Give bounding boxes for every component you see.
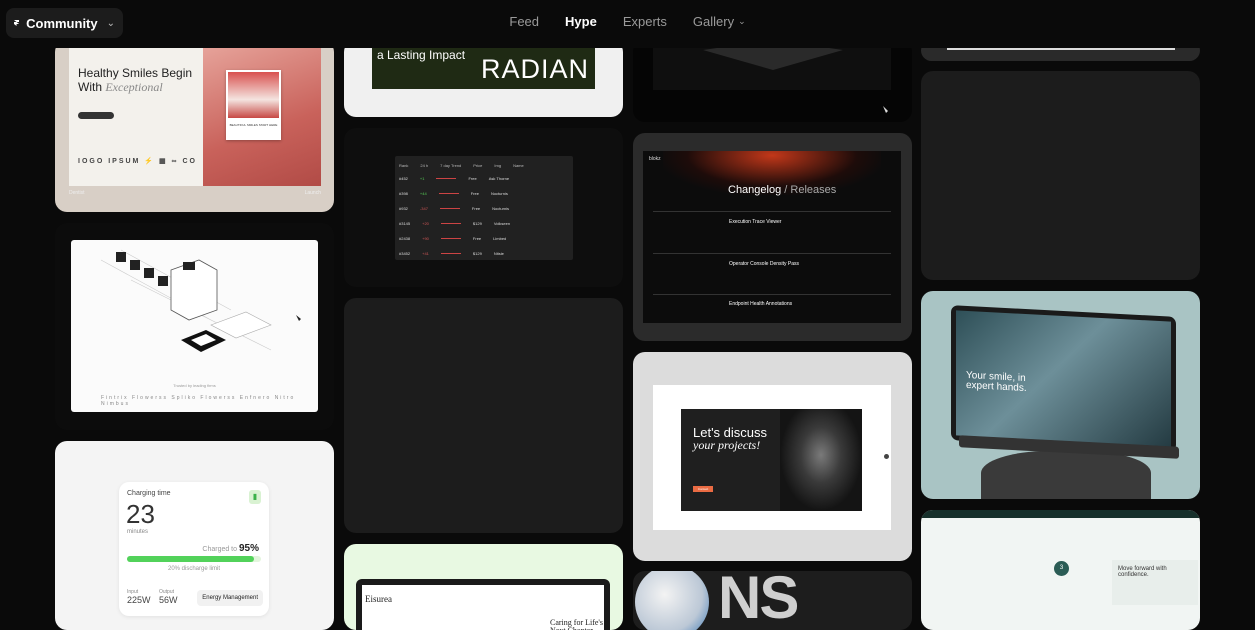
gallery-card-radian[interactable]: a Lasting Impact RADIAN [344,40,623,117]
table-header: Rank 24 h7 day Trend Price Img Name [399,162,524,168]
cta-pill [78,112,114,119]
gallery-card-dark-product[interactable] [633,40,912,122]
gallery-card-ns[interactable]: NS [633,571,912,630]
table-row: #932 -347 Free Nocturnis [399,205,510,211]
gallery-card-charging[interactable]: Charging time ▮ 23 minutes Charged to 95… [55,441,334,630]
ball-graphic [635,571,709,630]
table-row: #3145 +20 $129 Volkseen [399,220,511,226]
ranking-table: Rank 24 h7 day Trend Price Img Name #452 +1 Fr… [395,156,573,260]
trusted-caption: Trusted by leading firms [173,383,216,388]
changelog-title: Changelog / Releases [728,184,837,196]
portrait-photo [780,409,862,511]
output-readout: Output 56W [159,589,178,605]
energy-management-tag: Energy Management [197,590,263,606]
nav-hype[interactable]: Hype [565,14,597,29]
battery-icon: ▮ [249,490,261,504]
discuss-preview: Let's discuss your projects! Contact [653,385,891,530]
table-row: #3452 +41 $129 Nitsie [399,250,504,256]
changelog-brand: blokz [649,156,661,162]
gallery-card-eisurea[interactable]: Eisurea Caring for Life's Next Chapter [344,544,623,630]
input-readout: Input 225W [127,589,151,605]
dental-footer: Dentist Launch [69,190,321,196]
gallery-card-placeholder[interactable] [344,298,623,533]
eisurea-screen: Eisurea Caring for Life's Next Chapter [362,585,604,630]
step-indicator: 3 [1054,561,1069,576]
isometric-diagram [100,249,301,352]
dental-preview: Healthy Smiles Begin With Exceptional IO… [69,40,321,186]
laptop-headline: Your smile, in expert hands. [966,369,1027,395]
trusted-logos: Fintrix Flowerss Spliko Flowerss Enfnero… [101,395,296,407]
changelog-entry: Execution Trace Viewer [729,219,782,225]
charging-unit: minutes [127,529,149,535]
announcement-bar [921,510,1200,518]
charging-label: Charging time [127,490,171,497]
top-bar: Community ⌄ Feed Hype Experts Gallery ⌄ [0,0,1255,48]
changelog-entry: Endpoint Health Annotations [729,301,793,307]
chevron-down-icon: ⌄ [738,16,746,26]
nav-experts[interactable]: Experts [623,14,667,29]
nav-gallery[interactable]: Gallery ⌄ [693,14,746,29]
nav-gallery-label: Gallery [692,14,735,29]
changelog-preview: blokz Changelog / Releases Execution Tra… [643,151,901,323]
rock-stand [981,451,1151,499]
table-row: #452 +1 Free Ask Thorne [399,175,510,181]
charging-widget: Charging time ▮ 23 minutes Charged to 95… [119,482,269,616]
main-nav: Feed Hype Experts Gallery ⌄ [0,14,1255,29]
confidence-card: Move forward with confidence. [1112,560,1198,605]
radian-headline: a Lasting Impact [377,48,466,62]
eisurea-laptop: Eisurea Caring for Life's Next Chapter [356,579,610,630]
table-row: #2438 +90 Free Limbed [399,235,507,241]
ns-wordmark: NS [718,571,799,630]
charge-progress [127,556,261,562]
radian-wordmark: RADIAN [480,54,589,84]
laptop-screen: Your smile, in expert hands. [951,305,1176,452]
gallery-card-placeholder[interactable] [921,71,1200,280]
table-row: #398 +44 Free Nocturnis [399,190,508,196]
eisurea-headline: Caring for Life's Next Chapter [550,618,603,630]
eisurea-brand: Eisurea [365,594,392,604]
gallery-card-dental[interactable]: Healthy Smiles Begin With Exceptional IO… [55,40,334,212]
discuss-headline: Let's discuss your projects! [693,425,768,452]
polaroid-photo: BEAUTIFUL SMILES START HERE [226,70,281,140]
partner-logos: IOGO IPSUM ⚡ ▦ ∞ CO [78,158,197,165]
discuss-hero: Let's discuss your projects! Contact [681,409,862,511]
gallery-card-isometric[interactable]: Trusted by leading firms Fintrix Flowers… [55,223,334,430]
gallery-card-discuss[interactable]: Let's discuss your projects! Contact [633,352,912,561]
slider-dot [884,454,889,459]
dental-headline: Healthy Smiles Begin With Exceptional [78,66,193,94]
gallery-card-changelog[interactable]: blokz Changelog / Releases Execution Tra… [633,133,912,341]
charging-value: 23 [126,499,155,529]
charged-to: Charged to 95% [202,543,259,554]
nav-feed[interactable]: Feed [509,14,539,29]
gallery-card-smile-health[interactable]: 3 Move forward with confidence. [921,510,1200,630]
isometric-preview: Trusted by leading firms Fintrix Flowers… [71,240,318,412]
contact-button: Contact [693,486,713,492]
gallery-card-laptop[interactable]: Your smile, in expert hands. [921,291,1200,499]
changelog-entry: Operator Console Density Pass [729,261,800,267]
product-render [653,40,891,113]
discharge-limit: 20% discharge limit [167,566,221,572]
gallery-card-ranking-table[interactable]: Rank 24 h7 day Trend Price Img Name #452 +1 Fr… [344,128,623,287]
